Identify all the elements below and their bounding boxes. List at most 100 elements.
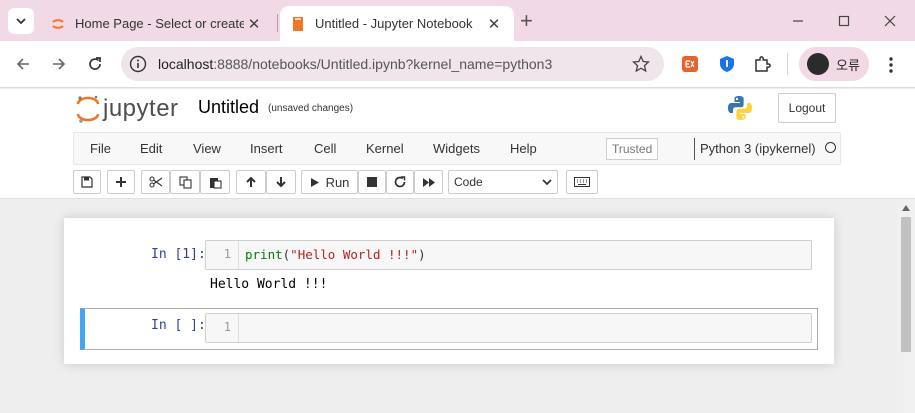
profile-name: 오류 [836, 57, 860, 73]
trusted-indicator[interactable]: Trusted [606, 138, 659, 160]
back-button[interactable] [10, 51, 36, 77]
notebook-favicon-icon [290, 16, 306, 32]
jupyter-menubar: File Edit View Insert Cell Kernel Widget… [73, 132, 841, 165]
extensions-button[interactable] [752, 54, 772, 74]
chevron-down-icon [16, 18, 26, 25]
arrow-left-icon [16, 58, 29, 70]
menu-view[interactable]: View [193, 141, 221, 156]
more-vertical-icon [889, 57, 893, 73]
code-cell-input[interactable]: 1 print("Hello World !!!") [205, 240, 812, 270]
tab-search-button[interactable] [8, 8, 34, 34]
puzzle-icon [755, 56, 771, 72]
close-tab-icon[interactable]: ✕ [484, 15, 504, 33]
forward-button[interactable] [46, 51, 72, 77]
play-icon [310, 177, 319, 187]
menu-widgets[interactable]: Widgets [433, 141, 480, 156]
python-logo-icon [728, 96, 752, 120]
vertical-scrollbar[interactable] [897, 200, 915, 413]
command-palette-button[interactable] [566, 170, 598, 194]
scrollbar-thumb[interactable] [901, 217, 911, 352]
paste-button[interactable] [200, 170, 230, 194]
plus-icon [116, 177, 126, 187]
run-button[interactable]: Run [301, 170, 358, 194]
save-button[interactable] [73, 170, 101, 194]
menu-file[interactable]: File [90, 141, 111, 156]
cell-output: Hello World !!! [210, 277, 328, 292]
menu-insert[interactable]: Insert [250, 141, 283, 156]
cut-button[interactable] [141, 170, 170, 194]
run-label: Run [325, 174, 350, 190]
restart-icon [394, 176, 406, 188]
move-down-button[interactable] [266, 170, 296, 194]
interrupt-button[interactable] [358, 170, 386, 194]
arrow-right-icon [53, 58, 66, 70]
restart-run-all-button[interactable] [414, 170, 443, 194]
tab-home-page[interactable]: Home Page - Select or create ✕ [40, 6, 274, 41]
close-window-button[interactable] [877, 8, 903, 34]
site-info-icon[interactable] [129, 55, 147, 73]
cell-prompt: In [1]: [151, 247, 206, 262]
chevron-down-icon [542, 179, 552, 186]
address-bar[interactable]: localhost:8888/notebooks/Untitled.ipynb?… [121, 47, 664, 81]
stop-icon [367, 177, 377, 187]
minimize-button[interactable] [785, 8, 811, 34]
close-tab-icon[interactable]: ✕ [244, 15, 264, 33]
profile-button[interactable]: 오류 [799, 47, 869, 81]
cell-type-select[interactable]: Code [448, 170, 558, 194]
insert-cell-button[interactable] [107, 170, 135, 194]
avatar [807, 53, 829, 75]
code-cell-input[interactable]: 1 [205, 313, 812, 343]
scissors-icon [148, 176, 162, 188]
kernel-name[interactable]: Python 3 (ipykernel) [700, 141, 816, 156]
extension-shield-button[interactable] [717, 54, 737, 74]
extension-ex-icon [682, 56, 698, 72]
browser-tab-bar: Home Page - Select or create ✕ Untitled … [0, 0, 915, 41]
line-number: 1 [206, 241, 239, 269]
toolbar-divider [787, 53, 788, 75]
menu-help[interactable]: Help [510, 141, 537, 156]
logout-button[interactable]: Logout [778, 93, 836, 123]
code-line[interactable]: print("Hello World !!!") [245, 247, 426, 262]
line-number: 1 [206, 314, 239, 342]
copy-button[interactable] [170, 170, 200, 194]
save-icon [81, 176, 93, 188]
minimize-icon [793, 20, 803, 22]
tab-title: Home Page - Select or create [75, 16, 244, 31]
jupyter-logo-text: jupyter [103, 95, 179, 122]
menu-cell[interactable]: Cell [314, 141, 336, 156]
menu-kernel[interactable]: Kernel [366, 141, 404, 156]
move-up-button[interactable] [236, 170, 266, 194]
arrow-up-icon [246, 176, 256, 187]
cell-type-value: Code [454, 175, 483, 189]
reload-icon [89, 57, 101, 70]
arrow-down-icon [276, 177, 286, 188]
browser-menu-button[interactable] [882, 53, 900, 77]
close-icon [884, 15, 896, 27]
tab-title: Untitled - Jupyter Notebook [315, 16, 473, 31]
maximize-button[interactable] [831, 8, 857, 34]
notebook-container: In [1]: 1 print("Hello World !!!") Hello… [64, 218, 834, 364]
restart-button[interactable] [386, 170, 414, 194]
notebook-name[interactable]: Untitled [198, 97, 259, 118]
keyboard-icon [574, 177, 590, 187]
jupyter-header: jupyter Untitled (unsaved changes) Logou… [0, 89, 915, 199]
paste-icon [209, 177, 222, 189]
fast-forward-icon [422, 177, 435, 187]
jupyter-logo[interactable]: jupyter [76, 94, 179, 124]
copy-icon [178, 175, 192, 189]
jupyter-logo-icon [76, 95, 100, 123]
scroll-up-icon[interactable] [902, 205, 910, 211]
notebook-area: In [1]: 1 print("Hello World !!!") Hello… [0, 200, 897, 413]
maximize-icon [838, 15, 850, 27]
menu-edit[interactable]: Edit [140, 141, 162, 156]
extension-ex-button[interactable] [680, 54, 700, 74]
save-status: (unsaved changes) [268, 103, 354, 114]
url-text[interactable]: localhost:8888/notebooks/Untitled.ipynb?… [158, 56, 552, 72]
bookmark-star-icon[interactable] [632, 55, 650, 73]
jupyter-favicon-icon [50, 16, 66, 32]
kernel-idle-indicator [825, 142, 836, 153]
new-tab-button[interactable]: + [520, 9, 533, 33]
tab-divider [277, 14, 278, 32]
reload-button[interactable] [82, 51, 108, 77]
tab-untitled-notebook[interactable]: Untitled - Jupyter Notebook ✕ [280, 6, 514, 41]
